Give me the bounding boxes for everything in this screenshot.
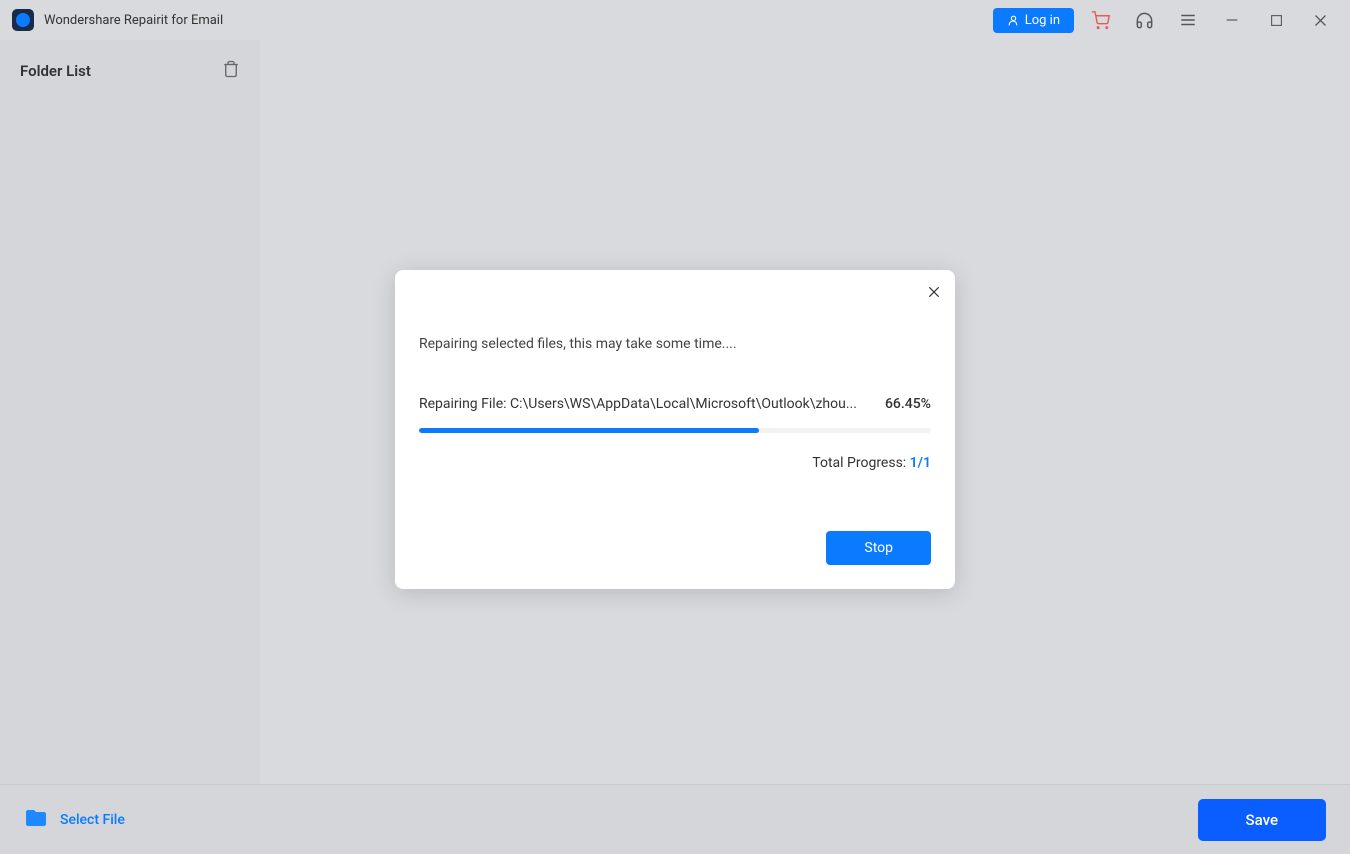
- save-button[interactable]: Save: [1198, 799, 1326, 841]
- file-progress-row: Repairing File: C:\Users\WS\AppData\Loca…: [419, 396, 931, 412]
- app-icon: [12, 9, 34, 31]
- close-icon: [1313, 13, 1328, 28]
- folder-list-title: Folder List: [20, 62, 91, 80]
- minimize-button[interactable]: [1214, 2, 1250, 38]
- repair-progress-modal: Repairing selected files, this may take …: [395, 270, 955, 589]
- file-progress-label: Repairing File: C:\Users\WS\AppData\Loca…: [419, 396, 865, 412]
- sidebar: Folder List: [0, 40, 260, 784]
- file-progress-percent: 66.45%: [885, 396, 931, 412]
- select-file-label: Select File: [60, 812, 125, 828]
- cart-button[interactable]: [1082, 2, 1118, 38]
- stop-button-row: Stop: [419, 531, 931, 565]
- sidebar-header: Folder List: [20, 60, 240, 82]
- delete-button[interactable]: [222, 60, 240, 82]
- folder-icon: [24, 806, 48, 834]
- select-file-button[interactable]: Select File: [24, 806, 125, 834]
- login-button[interactable]: Log in: [993, 8, 1074, 33]
- maximize-icon: [1270, 14, 1283, 27]
- stop-button[interactable]: Stop: [826, 531, 931, 565]
- footer: Select File Save: [0, 784, 1350, 854]
- headset-icon: [1135, 11, 1154, 30]
- maximize-button[interactable]: [1258, 2, 1294, 38]
- app-title: Wondershare Repairit for Email: [44, 13, 223, 28]
- menu-icon: [1179, 11, 1197, 29]
- total-progress-row: Total Progress: 1/1: [419, 455, 931, 471]
- user-icon: [1007, 14, 1020, 27]
- titlebar-right: Log in: [993, 2, 1338, 38]
- titlebar-left: Wondershare Repairit for Email: [12, 9, 223, 31]
- login-label: Log in: [1025, 13, 1060, 28]
- trash-icon: [222, 60, 240, 78]
- menu-button[interactable]: [1170, 2, 1206, 38]
- titlebar: Wondershare Repairit for Email Log in: [0, 0, 1350, 40]
- close-window-button[interactable]: [1302, 2, 1338, 38]
- total-progress-label: Total Progress:: [812, 455, 909, 471]
- modal-message: Repairing selected files, this may take …: [419, 336, 931, 352]
- progress-fill: [419, 428, 759, 433]
- support-button[interactable]: [1126, 2, 1162, 38]
- total-progress-total: 1: [923, 455, 931, 471]
- minimize-icon: [1225, 13, 1239, 27]
- total-progress-current: 1: [910, 455, 918, 471]
- progress-bar: [419, 428, 931, 433]
- cart-icon: [1091, 11, 1110, 30]
- close-icon: [927, 285, 941, 299]
- modal-close-button[interactable]: [927, 284, 941, 303]
